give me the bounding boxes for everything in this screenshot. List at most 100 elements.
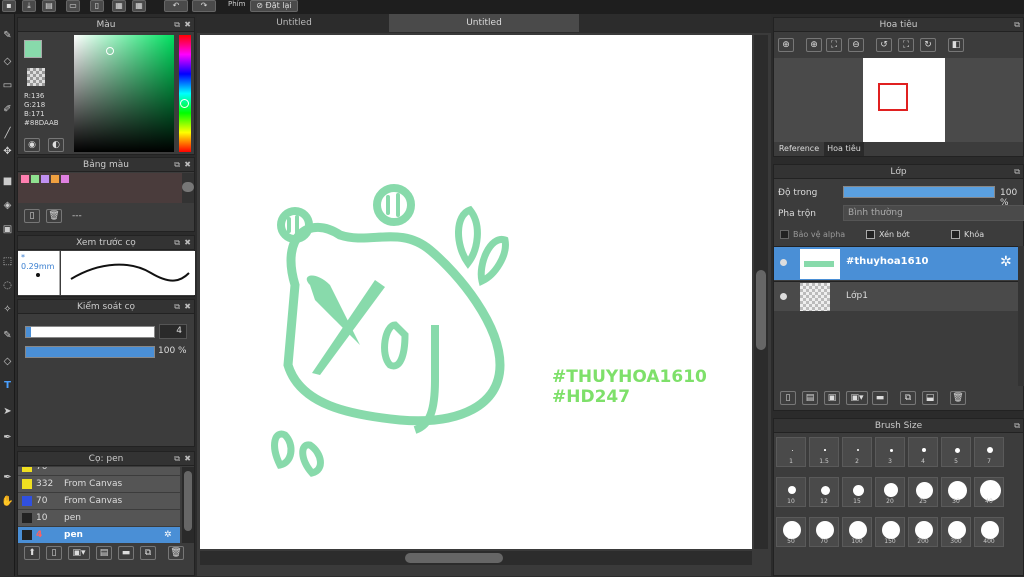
color-mode-button[interactable]: ◐ xyxy=(48,138,64,152)
delete-palette-button[interactable]: 🗑 xyxy=(46,209,62,223)
add-layer3-button[interactable]: ▣ xyxy=(824,391,840,405)
brush-size-cell[interactable]: 12 xyxy=(809,477,839,507)
brush-size-cell[interactable]: 1.5 xyxy=(809,437,839,467)
brush-doc-button[interactable]: ▤ xyxy=(96,546,112,560)
brush-size-cell[interactable]: 3 xyxy=(875,437,905,467)
layer-row-selected[interactable]: #thuyhoa1610 ✲ xyxy=(774,246,1018,280)
tab-untitled-1[interactable]: Untitled xyxy=(199,14,389,32)
brush-folder-button[interactable]: ▬ xyxy=(118,546,134,560)
close-icon[interactable]: ✖ xyxy=(184,300,191,314)
zoom-in-icon[interactable]: ⊕ xyxy=(778,38,794,52)
palette-scrollbar[interactable] xyxy=(182,173,194,203)
brush-size-cell[interactable]: 200 xyxy=(908,517,938,547)
tab-reference[interactable]: Reference xyxy=(774,142,824,156)
rect-tool-icon[interactable]: ▭ xyxy=(1,78,14,93)
horizontal-scroll-thumb[interactable] xyxy=(405,553,503,563)
brush-opacity-slider[interactable] xyxy=(25,346,155,358)
palette-swatch[interactable] xyxy=(21,175,29,183)
select-pen-icon[interactable]: ✎ xyxy=(1,328,14,343)
eyedropper-tool-icon[interactable]: ✒ xyxy=(1,430,14,445)
brush-size-cell[interactable]: 70 xyxy=(809,517,839,547)
brush-size-cell[interactable]: 100 xyxy=(842,517,872,547)
folder-button[interactable]: ▬ xyxy=(872,391,888,405)
brush-size-input[interactable]: 4 xyxy=(159,324,187,339)
palette-swatch[interactable] xyxy=(51,175,59,183)
brush-size-cell[interactable]: 20 xyxy=(875,477,905,507)
undock-icon[interactable]: ⧉ xyxy=(1014,18,1020,32)
add-palette-button[interactable]: ▯ xyxy=(24,209,40,223)
undo-button[interactable]: ↶ xyxy=(164,0,188,12)
brush-import-button[interactable]: ▣▾ xyxy=(68,546,90,560)
zoom-in2-icon[interactable]: ⊕ xyxy=(806,38,822,52)
horizontal-scrollbar[interactable] xyxy=(200,551,752,565)
brush-size-slider[interactable] xyxy=(25,326,155,338)
brush-copy-button[interactable]: ⧉ xyxy=(140,546,156,560)
layer-scrollbar[interactable] xyxy=(1018,246,1024,386)
brush-size-cell[interactable]: 300 xyxy=(941,517,971,547)
close-icon[interactable]: ✖ xyxy=(184,158,191,172)
add-layer-button[interactable]: ▯ xyxy=(780,391,796,405)
layer-icon[interactable]: ▦ xyxy=(112,0,126,12)
brush-size-cell[interactable]: 1 xyxy=(776,437,806,467)
color-wheel-button[interactable]: ◉ xyxy=(24,138,40,152)
brush-size-cell[interactable]: 40 xyxy=(974,477,1004,507)
gear-icon[interactable]: ✲ xyxy=(1000,254,1012,270)
open-icon[interactable]: ▤ xyxy=(42,0,56,12)
brush-size-cell[interactable]: 30 xyxy=(941,477,971,507)
undock-icon[interactable]: ⧉ xyxy=(1014,419,1020,433)
select-eraser-icon[interactable]: ◇ xyxy=(1,354,14,369)
pencil-tool-icon[interactable]: ╱ xyxy=(1,126,14,141)
fill-rect-tool-icon[interactable]: ■ xyxy=(1,174,14,189)
color-saturation-field[interactable] xyxy=(74,35,174,152)
brush-delete-button[interactable]: 🗑 xyxy=(168,546,184,560)
fit-icon[interactable]: ⛶ xyxy=(826,38,842,52)
protect-alpha-box[interactable] xyxy=(780,230,789,239)
tab-untitled-2[interactable]: Untitled xyxy=(389,14,579,32)
zoom-out-icon[interactable]: ⊖ xyxy=(848,38,864,52)
undock-icon[interactable]: ⧉ xyxy=(1014,165,1020,179)
palette-swatch[interactable] xyxy=(31,175,39,183)
navigator-view-rect[interactable] xyxy=(878,83,908,111)
close-icon[interactable]: ✖ xyxy=(184,18,191,32)
layer-opacity-slider[interactable] xyxy=(843,186,995,198)
navigator-preview[interactable] xyxy=(774,58,1023,142)
undock-icon[interactable]: ⧉ xyxy=(174,236,180,250)
brush-size-cell[interactable]: 5 xyxy=(941,437,971,467)
duplicate-layer-button[interactable]: ⧉ xyxy=(900,391,916,405)
save-icon[interactable]: ⤓ xyxy=(22,0,36,12)
lock-box[interactable] xyxy=(951,230,960,239)
brush-size-cell[interactable]: 25 xyxy=(908,477,938,507)
protect-alpha-checkbox[interactable]: Bảo vệ alpha xyxy=(780,230,845,239)
brush-list-item[interactable]: 10 pen xyxy=(18,510,180,526)
brush-list-item[interactable]: 70 xyxy=(18,467,180,475)
hue-cursor[interactable] xyxy=(180,99,189,108)
tab-navigator[interactable]: Hoa tiêu xyxy=(824,142,864,156)
brush-size-cell[interactable]: 7 xyxy=(974,437,1004,467)
grid-icon[interactable]: ▦ xyxy=(132,0,146,12)
hand-tool-icon[interactable]: ✋ xyxy=(1,494,14,509)
vertical-scroll-thumb[interactable] xyxy=(756,270,766,350)
lasso-tool-icon[interactable]: ◌ xyxy=(1,278,14,293)
move-tool-icon[interactable]: ✥ xyxy=(1,144,14,159)
brush-new-button[interactable]: ▯ xyxy=(46,546,62,560)
mirror-icon[interactable]: ◧ xyxy=(948,38,964,52)
lock-checkbox[interactable]: Khóa xyxy=(951,230,984,239)
import-layer-button[interactable]: ▣▾ xyxy=(846,391,868,405)
palette-swatch-area[interactable] xyxy=(18,173,182,203)
brush-list-scroll-thumb[interactable] xyxy=(184,471,192,531)
brush-size-cell[interactable]: 4 xyxy=(908,437,938,467)
new-icon[interactable]: ▪ xyxy=(2,0,16,12)
merge-layer-button[interactable]: ⬓ xyxy=(922,391,938,405)
brush-size-cell[interactable]: 15 xyxy=(842,477,872,507)
reset-button[interactable]: ⊘ Đặt lại xyxy=(250,0,298,12)
text-tool-icon[interactable]: T xyxy=(1,378,14,393)
gear-icon[interactable]: ✲ xyxy=(164,527,172,543)
brush-size-cell[interactable]: 10 xyxy=(776,477,806,507)
brush-size-cell[interactable]: 2 xyxy=(842,437,872,467)
undock-icon[interactable]: ⧉ xyxy=(174,158,180,172)
layer-row[interactable]: Lớp1 xyxy=(774,281,1018,311)
copy-icon[interactable]: ▭ xyxy=(66,0,80,12)
flip-icon[interactable]: ⛶ xyxy=(898,38,914,52)
wand-tool-icon[interactable]: ✧ xyxy=(1,302,14,317)
gradient-tool-icon[interactable]: ▣ xyxy=(1,222,14,237)
